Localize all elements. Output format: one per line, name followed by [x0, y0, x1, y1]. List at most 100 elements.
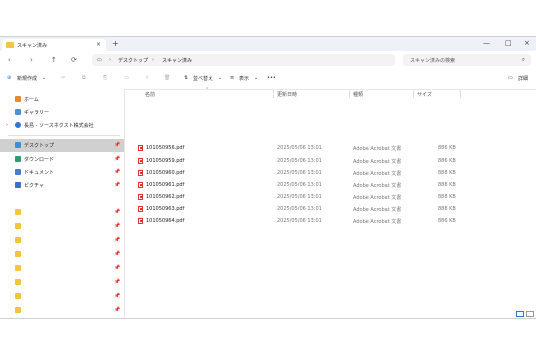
- sidebar-item-folder[interactable]: 📌: [0, 305, 124, 316]
- pin-icon[interactable]: 📌: [114, 293, 120, 299]
- folder-icon: [15, 279, 21, 285]
- pin-icon[interactable]: 📌: [114, 265, 120, 271]
- search-icon: ⌕: [521, 56, 525, 63]
- tab-close-icon[interactable]: ×: [96, 41, 101, 48]
- file-type: Adobe Acrobat 文書: [353, 183, 402, 189]
- sidebar-item-documents[interactable]: ドキュメント 📌: [0, 167, 124, 178]
- sidebar-item-downloads[interactable]: ダウンロード 📌: [0, 154, 124, 165]
- share-icon[interactable]: ⇪: [145, 75, 149, 81]
- pin-icon[interactable]: 📌: [114, 223, 120, 229]
- breadcrumb-desktop[interactable]: デスクトップ: [118, 57, 148, 64]
- column-divider[interactable]: [349, 90, 350, 98]
- file-type: Adobe Acrobat 文書: [353, 146, 402, 152]
- sidebar-item-folder[interactable]: 📌: [0, 277, 124, 288]
- table-row[interactable]: 101050956.pdf 2025/05/06 13:01 Adobe Acr…: [125, 144, 536, 153]
- folder-icon: [15, 251, 21, 257]
- chevron-down-icon[interactable]: ⌄: [254, 75, 258, 81]
- pin-icon[interactable]: 📌: [114, 279, 120, 285]
- view-icon: ≡: [230, 75, 235, 81]
- maximize-button[interactable]: □: [505, 39, 512, 47]
- folder-icon: [15, 237, 21, 243]
- table-row[interactable]: 101050960.pdf 2025/05/06 13:01 Adobe Acr…: [125, 169, 536, 178]
- sidebar-item-folder[interactable]: 📌: [0, 263, 124, 274]
- view-button[interactable]: 表示: [239, 75, 249, 82]
- table-row[interactable]: 101050963.pdf 2025/05/06 13:01 Adobe Acr…: [125, 205, 536, 214]
- folder-icon: [15, 307, 21, 313]
- sidebar-item-cloud[interactable]: › 長島 - ソースネクスト株式会社: [0, 120, 124, 131]
- table-row[interactable]: 101050964.pdf 2025/05/06 13:01 Adobe Acr…: [125, 217, 536, 226]
- column-size[interactable]: サイズ: [417, 91, 432, 98]
- sidebar-item-pictures[interactable]: ピクチャ 📌: [0, 180, 124, 191]
- address-bar: ‹ › ↑ ⟳ ▭ › デスクトップ › スキャン済み スキャン済みの検索 ⌕: [0, 51, 536, 70]
- pin-icon[interactable]: 📌: [114, 251, 120, 257]
- monitor-icon: ▭: [97, 57, 102, 63]
- details-button[interactable]: 詳細: [518, 75, 528, 82]
- pin-icon[interactable]: 📌: [114, 156, 120, 162]
- chevron-right-icon[interactable]: ›: [6, 122, 8, 128]
- close-button[interactable]: ×: [524, 39, 530, 47]
- gallery-icon: [15, 109, 21, 115]
- chevron-down-icon[interactable]: ⌄: [218, 75, 222, 81]
- folder-icon: [15, 265, 21, 271]
- table-row[interactable]: 101050959.pdf 2025/05/06 13:01 Adobe Acr…: [125, 157, 536, 166]
- pin-icon[interactable]: 📌: [114, 169, 120, 175]
- file-list: ⌃ 名前 更新日時 種類 サイズ 101050956.pdf 2025/05/0…: [125, 87, 536, 318]
- more-options-button[interactable]: •••: [267, 75, 276, 81]
- breadcrumb-scanned[interactable]: スキャン済み: [162, 57, 192, 64]
- paste-icon[interactable]: ⎘: [103, 75, 107, 81]
- sidebar-item-folder[interactable]: 📌: [0, 249, 124, 260]
- sidebar-item-folder[interactable]: 📌: [0, 221, 124, 232]
- file-size: 886 KB: [438, 158, 456, 164]
- column-divider[interactable]: [413, 90, 414, 98]
- minimize-button[interactable]: —: [483, 39, 490, 47]
- new-button[interactable]: 新規作成: [17, 75, 37, 82]
- pin-icon[interactable]: 📌: [114, 237, 120, 243]
- column-date[interactable]: 更新日時: [277, 91, 297, 98]
- pin-icon[interactable]: 📌: [114, 142, 120, 148]
- file-name: 101050959.pdf: [146, 158, 185, 164]
- file-size: 886 KB: [438, 218, 456, 224]
- chevron-down-icon[interactable]: ⌄: [42, 75, 46, 81]
- search-input[interactable]: スキャン済みの検索 ⌕: [403, 54, 531, 66]
- pin-icon[interactable]: 📌: [114, 209, 120, 215]
- new-tab-button[interactable]: +: [112, 39, 119, 48]
- cut-icon[interactable]: ✂: [61, 75, 65, 81]
- column-divider[interactable]: [460, 90, 461, 98]
- sidebar-item-folder[interactable]: 📌: [0, 207, 124, 218]
- sort-icon: ⇅: [184, 75, 189, 81]
- column-name[interactable]: 名前: [145, 91, 155, 98]
- download-icon: [15, 156, 21, 162]
- file-type: Adobe Acrobat 文書: [353, 219, 402, 225]
- details-view-icon[interactable]: [516, 311, 524, 317]
- copy-icon[interactable]: ⧉: [82, 75, 86, 81]
- rename-icon[interactable]: ▭: [124, 75, 129, 81]
- sidebar-item-folder[interactable]: 📌: [0, 235, 124, 246]
- column-type[interactable]: 種類: [353, 91, 363, 98]
- table-row[interactable]: 101050962.pdf 2025/05/06 13:01 Adobe Acr…: [125, 193, 536, 202]
- forward-button[interactable]: ›: [30, 56, 33, 64]
- pdf-icon: [138, 218, 143, 224]
- breadcrumb[interactable]: ▭ › デスクトップ › スキャン済み: [92, 54, 395, 66]
- column-divider[interactable]: [273, 90, 274, 98]
- sidebar-item-gallery[interactable]: ギャラリー: [0, 107, 124, 118]
- refresh-button[interactable]: ⟳: [71, 56, 77, 64]
- sidebar-item-home[interactable]: ホーム: [0, 94, 124, 105]
- search-placeholder: スキャン済みの検索: [410, 58, 456, 64]
- file-name: 101050963.pdf: [146, 206, 185, 212]
- sidebar-item-desktop[interactable]: デスクトップ 📌: [0, 139, 124, 152]
- delete-icon[interactable]: 🗑: [164, 75, 170, 81]
- table-row[interactable]: 101050961.pdf 2025/05/06 13:01 Adobe Acr…: [125, 181, 536, 190]
- tiles-view-icon[interactable]: [526, 311, 534, 317]
- back-button[interactable]: ‹: [8, 56, 11, 64]
- navigation-pane: ホーム ギャラリー › 長島 - ソースネクスト株式会社 デスクトップ 📌 ダウ…: [0, 89, 125, 318]
- pin-icon[interactable]: 📌: [114, 182, 120, 188]
- up-button[interactable]: ↑: [51, 56, 57, 64]
- pdf-icon: [138, 170, 143, 176]
- sort-button[interactable]: 並べ替え: [193, 75, 213, 82]
- file-size: 888 KB: [438, 182, 456, 188]
- file-name: 101050961.pdf: [146, 182, 185, 188]
- tab-scanned[interactable]: スキャン済み ×: [2, 39, 106, 51]
- file-explorer-window: スキャン済み × + — □ × ‹ › ↑ ⟳ ▭ › デスクトップ › スキ…: [0, 36, 536, 319]
- pin-icon[interactable]: 📌: [114, 307, 120, 313]
- sidebar-item-folder[interactable]: 📌: [0, 291, 124, 302]
